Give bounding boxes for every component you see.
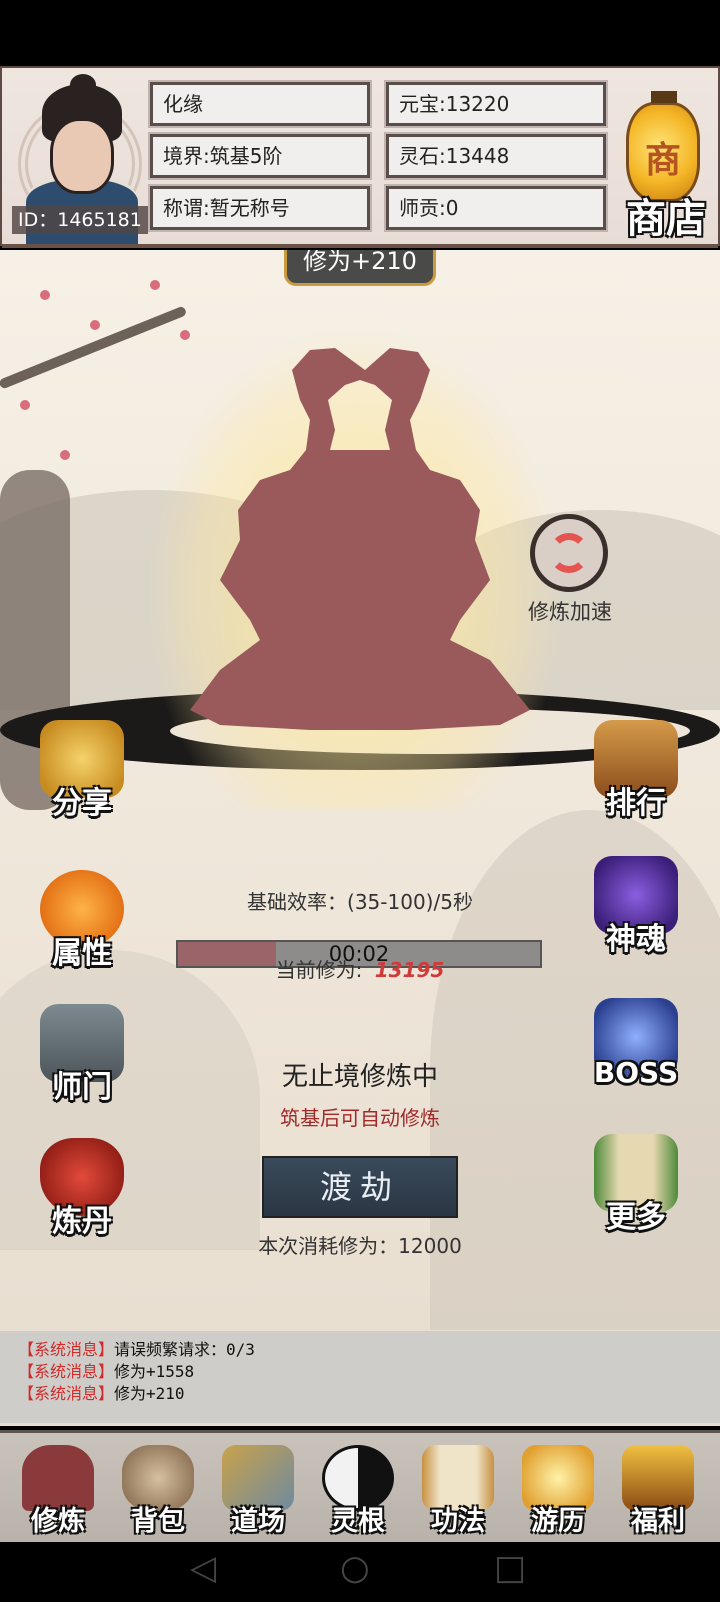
avatar-bun bbox=[70, 74, 96, 96]
auto-hint-text: 筑基后可自动修炼 bbox=[280, 1106, 440, 1130]
bottom-nav: 修炼 背包 道场 灵根 功法 游历 福利 bbox=[0, 1430, 720, 1542]
blossom bbox=[60, 450, 70, 460]
avatar-face bbox=[50, 118, 114, 194]
shop-button[interactable]: 商 商店 bbox=[616, 82, 716, 242]
cultivation-gain-popup: 修为+210 bbox=[284, 250, 436, 286]
current-cultivation: 当前修为: 13195 bbox=[0, 954, 720, 983]
mode-text: 无止境修炼中 bbox=[281, 1062, 438, 1092]
nav-travel[interactable]: 游历 bbox=[508, 1437, 608, 1541]
blossom bbox=[40, 290, 50, 300]
cost-text: 本次消耗修为：12000 bbox=[258, 1234, 462, 1258]
tribulation-button[interactable]: 渡劫 bbox=[262, 1156, 458, 1218]
cultivation-scene: 修为+210 修炼加速 分享 属性 师门 炼丹 排行 神魂 BOSS 更多 基础… bbox=[0, 250, 720, 1426]
blossom bbox=[150, 280, 160, 290]
speedup-button[interactable] bbox=[530, 514, 608, 592]
system-log: 【系统消息】请误频繁请求：0/3 【系统消息】修为+1558 【系统消息】修为+… bbox=[0, 1331, 720, 1423]
blossom bbox=[90, 320, 100, 330]
nav-bag[interactable]: 背包 bbox=[108, 1437, 208, 1541]
nav-techniques[interactable]: 功法 bbox=[408, 1437, 508, 1541]
status-bar bbox=[0, 0, 720, 66]
player-header: ID：1465181 化缘 境界:筑基5阶 称谓:暂无称号 元宝:13220 灵… bbox=[0, 66, 720, 248]
back-icon[interactable]: ◁ bbox=[190, 1548, 216, 1588]
base-rate-text: 基础效率：(35-100)/5秒 bbox=[247, 890, 473, 914]
more-button[interactable]: 更多 bbox=[576, 1126, 696, 1246]
current-cultivation-label: 当前修为: bbox=[275, 958, 363, 982]
nav-dojo[interactable]: 道场 bbox=[208, 1437, 308, 1541]
action-field[interactable]: 化缘 bbox=[148, 80, 372, 128]
meditating-silhouette bbox=[190, 348, 530, 730]
home-icon[interactable]: ○ bbox=[340, 1548, 370, 1588]
recents-icon[interactable]: □ bbox=[494, 1548, 526, 1588]
nav-cultivate[interactable]: 修炼 bbox=[8, 1437, 108, 1541]
shop-label: 商店 bbox=[626, 195, 706, 242]
share-button[interactable]: 分享 bbox=[22, 712, 142, 832]
ranking-button[interactable]: 排行 bbox=[576, 712, 696, 832]
avatar[interactable]: ID：1465181 bbox=[6, 74, 148, 244]
player-id: ID：1465181 bbox=[12, 206, 148, 234]
refresh-arrows-icon bbox=[549, 533, 589, 573]
shigong-field: 师贡:0 bbox=[384, 184, 608, 232]
log-line: 【系统消息】修为+1558 bbox=[18, 1362, 195, 1381]
log-line: 【系统消息】请误频繁请求：0/3 bbox=[18, 1340, 255, 1359]
nav-spirit-root[interactable]: 灵根 bbox=[308, 1437, 408, 1541]
lingshi-field: 灵石:13448 bbox=[384, 132, 608, 180]
blossom bbox=[20, 400, 30, 410]
log-line: 【系统消息】修为+210 bbox=[18, 1384, 185, 1403]
current-cultivation-value: 13195 bbox=[374, 958, 445, 982]
title-field[interactable]: 称谓:暂无称号 bbox=[148, 184, 372, 232]
android-nav-bar: ◁ ○ □ bbox=[0, 1542, 720, 1602]
nav-welfare[interactable]: 福利 bbox=[608, 1437, 708, 1541]
yuanbao-field: 元宝:13220 bbox=[384, 80, 608, 128]
realm-field: 境界:筑基5阶 bbox=[148, 132, 372, 180]
speedup-label: 修炼加速 bbox=[528, 600, 612, 624]
